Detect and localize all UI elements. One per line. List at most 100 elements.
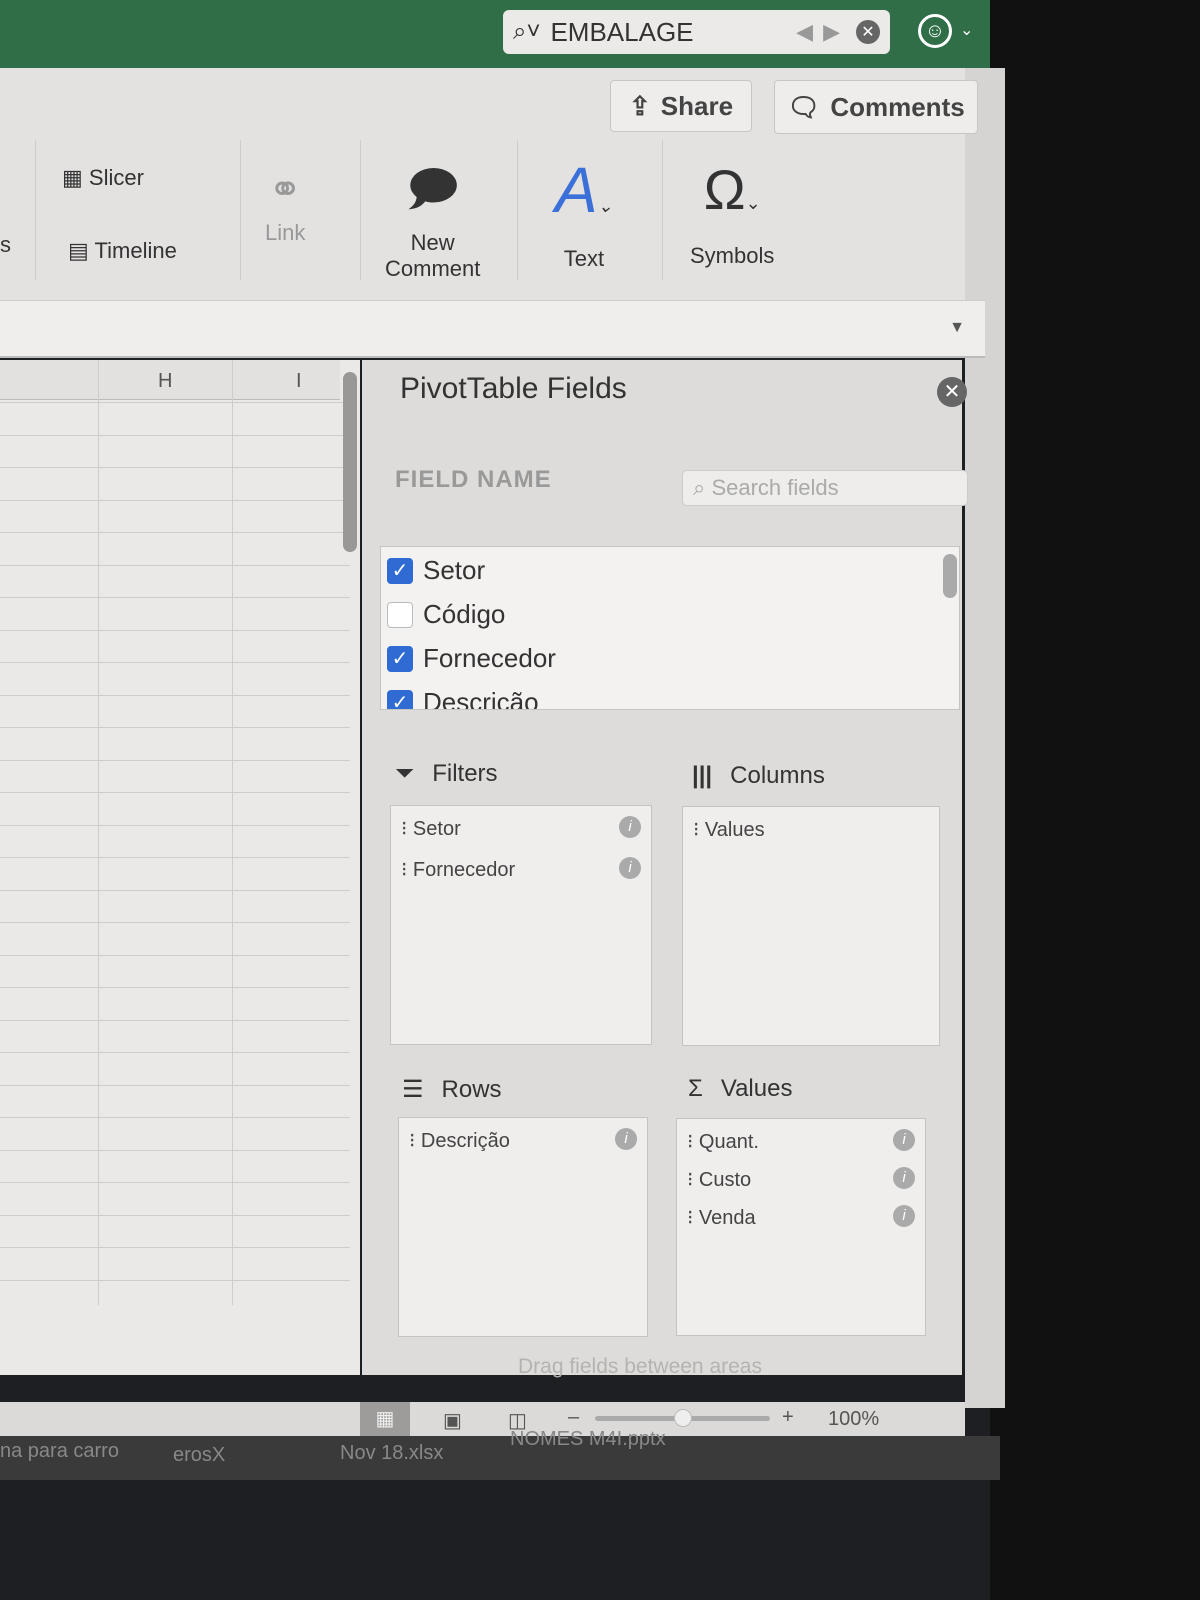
divider [35, 140, 36, 280]
field-label: Setor [423, 555, 486, 585]
values-area[interactable]: ⁝ Quant. i ⁝ Custo i ⁝ Venda i [676, 1118, 926, 1336]
row-gridline [0, 564, 350, 566]
row-gridline [0, 954, 350, 956]
info-icon[interactable]: i [615, 1128, 637, 1150]
item-label: Quant. [698, 1131, 759, 1153]
filter-item[interactable]: ⁝ Fornecedor i [401, 857, 641, 882]
rows-header: ☰ Rows [402, 1075, 502, 1104]
field-setor[interactable]: ✓ Setor [387, 555, 485, 586]
page-layout-icon[interactable]: ▣ [443, 1408, 462, 1433]
field-label: Descrição [423, 687, 539, 710]
vertical-scrollbar[interactable] [343, 372, 357, 552]
comments-button[interactable]: 🗨 Comments [774, 80, 978, 134]
symbols-label: Symbols [690, 243, 775, 268]
value-item[interactable]: ⁝ Custo i [687, 1167, 915, 1192]
row-gridline [0, 727, 350, 728]
info-icon[interactable]: i [893, 1129, 915, 1151]
search-value: EMBALAGE [550, 16, 694, 47]
slicer-button[interactable]: ▦ Slicer [62, 165, 144, 191]
text-icon: A⌄ [555, 154, 613, 226]
item-label: Setor [412, 818, 461, 840]
search-box[interactable]: ⌕˅ EMBALAGE ◀▶ ✕ [503, 10, 890, 54]
search-placeholder: Search fields [711, 475, 839, 500]
checkbox-checked[interactable]: ✓ [387, 645, 413, 672]
dock-item[interactable]: na para carro [0, 1440, 119, 1463]
new-comment-button[interactable]: 🗩 New Comment [385, 150, 480, 282]
row-gridline [0, 499, 350, 501]
dock-item[interactable]: NOMES M4I.pptx [510, 1428, 666, 1451]
taskbar: na para carro erosX Nov 18.xlsx NOMES M4… [0, 1428, 1000, 1480]
zoom-slider[interactable] [595, 1409, 770, 1427]
formula-bar[interactable]: ▼ [0, 300, 985, 358]
zoom-in-button[interactable]: + [782, 1406, 794, 1429]
row-item[interactable]: ⁝ Descrição i [409, 1128, 637, 1153]
value-item[interactable]: ⁝ Quant. i [687, 1129, 915, 1154]
column-gridline [98, 360, 99, 1305]
zoom-slider-thumb[interactable] [673, 1409, 692, 1427]
feedback-smiley-icon[interactable]: ☺ [918, 14, 952, 48]
zoom-out-button[interactable]: – [568, 1406, 579, 1429]
info-icon[interactable]: i [619, 857, 641, 879]
close-pane-icon[interactable]: ✕ [937, 377, 967, 407]
search-fields-input[interactable]: ⌕ Search fields [682, 470, 968, 506]
checkbox-unchecked[interactable] [387, 601, 413, 628]
share-icon: ⇪ [628, 90, 651, 121]
ribbon-cut-label: s [0, 232, 11, 257]
expand-icon[interactable]: ▼ [949, 319, 965, 337]
normal-view-icon[interactable]: ▦ [360, 1402, 410, 1436]
row-gridline [0, 987, 350, 988]
dock-item[interactable]: erosX [173, 1444, 225, 1467]
value-item[interactable]: ⁝ Venda i [687, 1205, 915, 1230]
item-label: Custo [698, 1169, 752, 1191]
timeline-button[interactable]: ▤ Timeline [68, 238, 177, 264]
checkbox-checked[interactable]: ✓ [387, 689, 413, 709]
symbols-button[interactable]: Ω⌄ Symbols [690, 150, 774, 269]
field-codigo[interactable]: Código [387, 599, 505, 630]
filter-icon: ⏷ [395, 760, 415, 787]
divider [517, 140, 518, 280]
field-name-header: FIELD NAME [395, 466, 552, 493]
row-gridline [0, 1182, 350, 1183]
rows-area[interactable]: ⁝ Descrição i [398, 1117, 648, 1337]
row-gridline [0, 1214, 350, 1216]
sigma-icon: Σ [688, 1075, 703, 1102]
filters-area[interactable]: ⁝ Setor i ⁝ Fornecedor i [390, 805, 652, 1045]
row-gridline [0, 662, 350, 663]
columns-area[interactable]: ⁝ Values [682, 806, 940, 1046]
column-item[interactable]: ⁝ Values [693, 817, 929, 842]
rows-label: Rows [441, 1075, 502, 1103]
info-icon[interactable]: i [893, 1167, 915, 1189]
row-gridline [0, 1019, 350, 1021]
info-icon[interactable]: i [619, 816, 641, 838]
drag-hint: Drag fields between areas [518, 1355, 762, 1378]
row-gridline [0, 694, 350, 696]
dock-item[interactable]: Nov 18.xlsx [340, 1442, 443, 1465]
share-button[interactable]: ⇪ Share [610, 80, 752, 132]
column-headers: H I [0, 360, 340, 400]
comment-icon: 🗨 [787, 91, 821, 122]
row-gridline [0, 889, 350, 891]
link-button[interactable]: ⚭ Link [265, 160, 305, 246]
filter-item[interactable]: ⁝ Setor i [401, 816, 641, 841]
link-label: Link [265, 220, 306, 245]
column-h-header[interactable]: H [158, 370, 172, 393]
clear-search-icon[interactable]: ✕ [856, 20, 880, 44]
info-icon[interactable]: i [893, 1205, 915, 1227]
column-i-header[interactable]: I [296, 370, 302, 393]
row-gridline [0, 857, 350, 858]
row-gridline [0, 792, 350, 793]
row-gridline [0, 1084, 350, 1086]
prev-next-arrows[interactable]: ◀▶ [796, 19, 850, 45]
screen-bezel [990, 0, 1200, 1600]
pane-title: PivotTable Fields [400, 372, 627, 405]
checkbox-checked[interactable]: ✓ [387, 557, 413, 584]
field-fornecedor[interactable]: ✓ Fornecedor [387, 643, 556, 674]
divider [240, 140, 241, 280]
field-list-scrollbar[interactable] [943, 554, 957, 598]
field-descricao[interactable]: ✓ Descrição [387, 687, 539, 710]
chevron-down-icon[interactable]: ⌄ [960, 20, 973, 40]
text-button[interactable]: A⌄ Text [555, 150, 613, 272]
spreadsheet-grid[interactable] [0, 360, 360, 1375]
timeline-icon: ▤ [68, 238, 89, 263]
comments-label: Comments [830, 91, 965, 122]
